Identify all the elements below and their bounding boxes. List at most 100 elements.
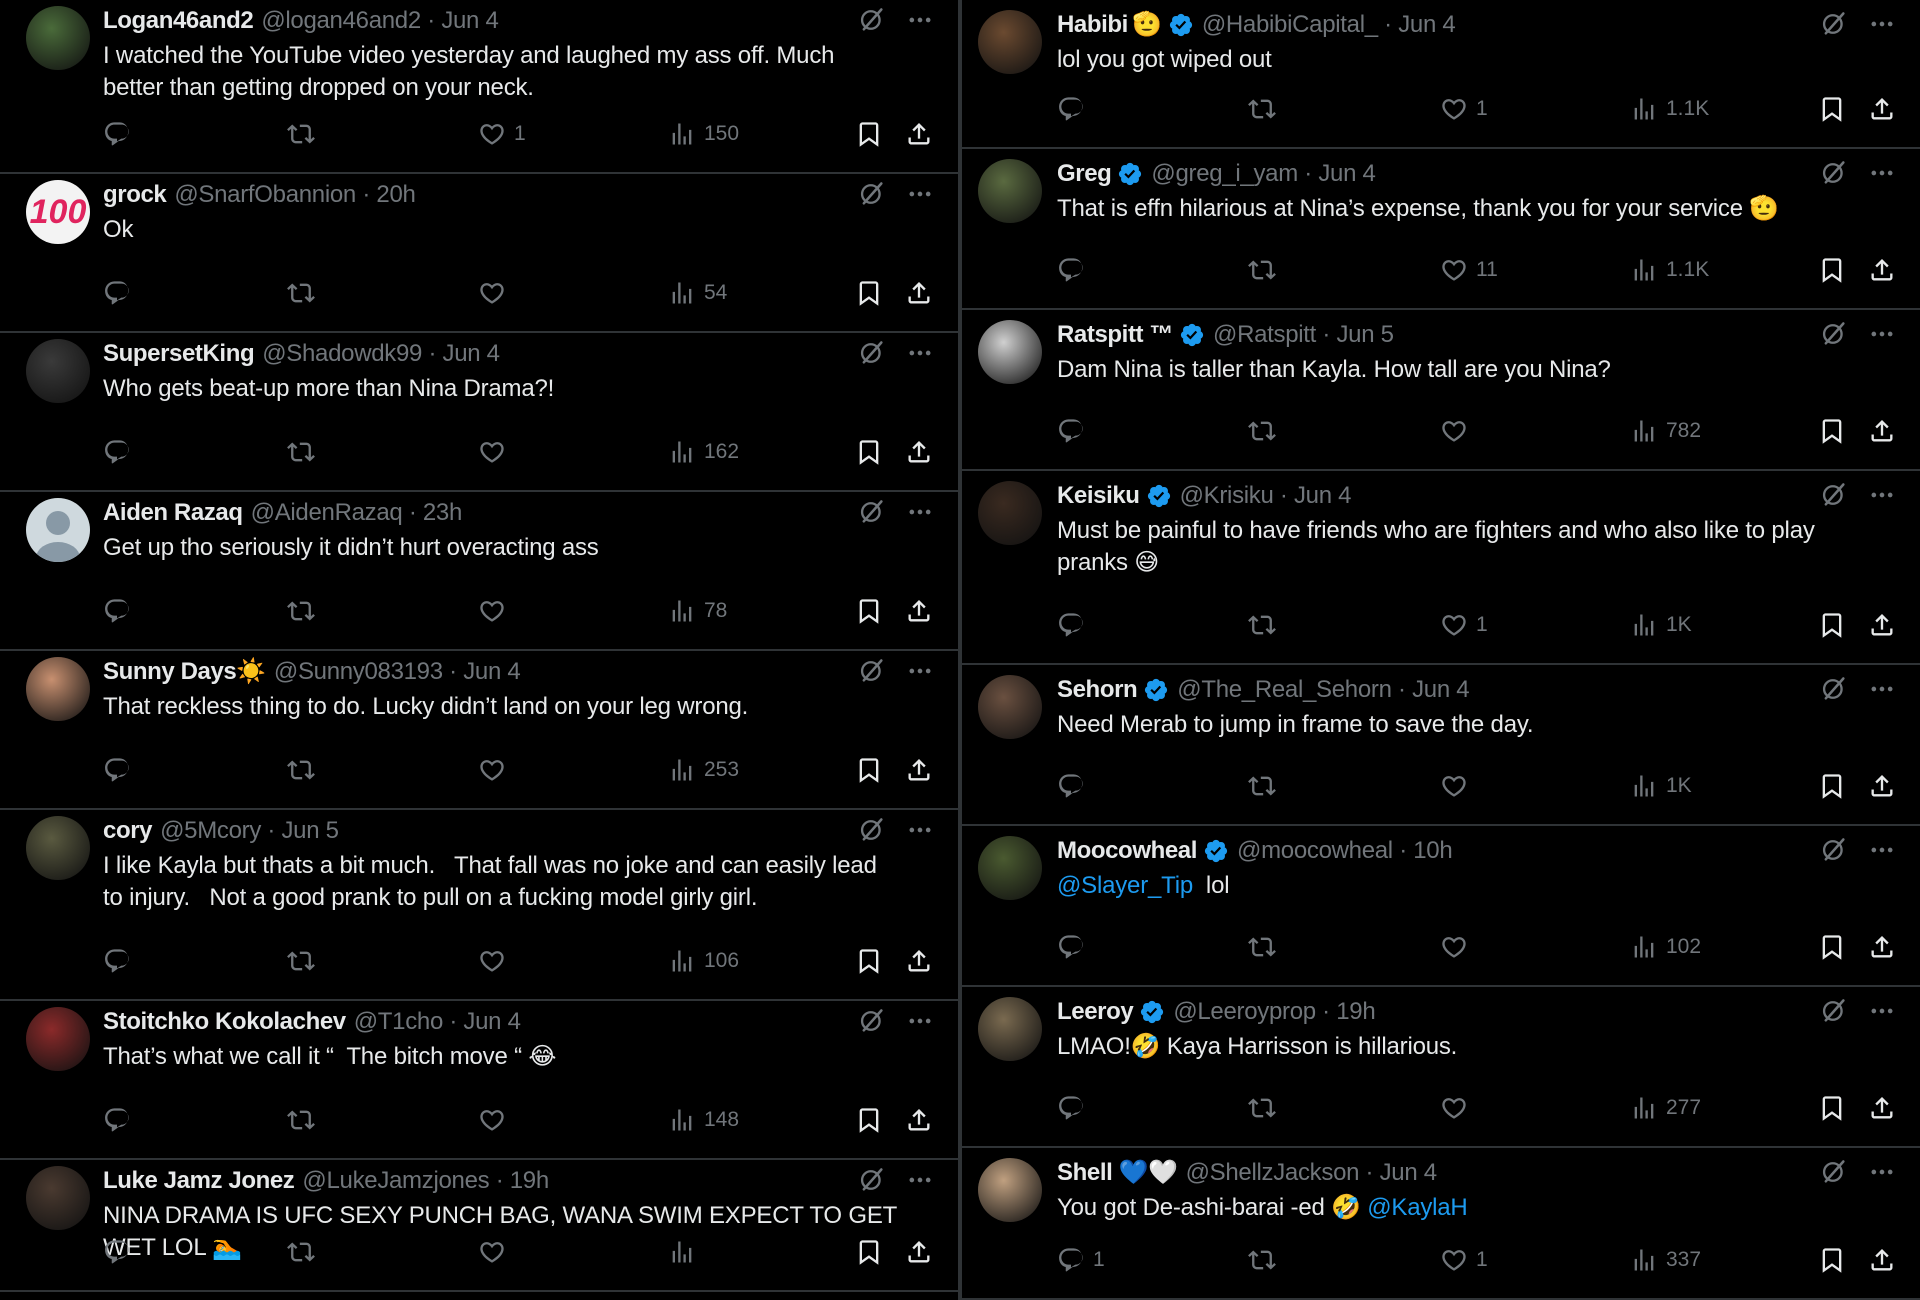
reply-tweet[interactable]: Ratspitt ™ @Ratspitt · Jun 5 Dam Nina is t…	[962, 310, 1920, 471]
grok-icon[interactable]	[1820, 997, 1848, 1025]
more-options-icon[interactable]	[906, 1007, 934, 1035]
views-button[interactable]: 148	[668, 1106, 739, 1134]
mention-link[interactable]: @KaylaH	[1367, 1194, 1468, 1221]
bookmark-button[interactable]	[855, 1106, 883, 1134]
avatar[interactable]	[978, 675, 1042, 739]
views-button[interactable]: 277	[1630, 1094, 1701, 1122]
grok-icon[interactable]	[858, 339, 886, 367]
retweet-button[interactable]	[1248, 256, 1284, 284]
like-button[interactable]	[1440, 772, 1476, 800]
author-handle-and-time[interactable]: @moocowheal · 10h	[1237, 836, 1453, 866]
reply-tweet[interactable]: Sehorn @The_Real_Sehorn · Jun 4 Need Merab…	[962, 665, 1920, 826]
bookmark-button[interactable]	[1818, 772, 1846, 800]
retweet-button[interactable]	[287, 1238, 323, 1266]
reply-tweet[interactable]: Shell 💙🤍 @ShellzJackson · Jun 4 You got De…	[962, 1148, 1920, 1300]
avatar[interactable]	[978, 997, 1042, 1061]
grok-icon[interactable]	[858, 498, 886, 526]
reply-button[interactable]	[103, 438, 139, 466]
author-name[interactable]: Keisiku	[1057, 481, 1140, 511]
share-button[interactable]	[1868, 611, 1896, 639]
bookmark-button[interactable]	[1818, 611, 1846, 639]
more-options-icon[interactable]	[1868, 675, 1896, 703]
reply-tweet[interactable]: Moocowheal @moocowheal · 10h @Slayer_Tip l…	[962, 826, 1920, 987]
author-name[interactable]: Habibi	[1057, 10, 1128, 40]
author-handle-and-time[interactable]: @Ratspitt · Jun 5	[1213, 320, 1394, 350]
reply-button[interactable]	[103, 279, 139, 307]
grok-icon[interactable]	[1820, 675, 1848, 703]
more-options-icon[interactable]	[1868, 997, 1896, 1025]
bookmark-button[interactable]	[855, 947, 883, 975]
bookmark-button[interactable]	[855, 597, 883, 625]
avatar[interactable]	[978, 159, 1042, 223]
retweet-button[interactable]	[1248, 772, 1284, 800]
avatar[interactable]	[26, 498, 90, 562]
avatar[interactable]	[26, 657, 90, 721]
reply-tweet[interactable]: Luke Jamz Jonez @LukeJamzjones · 19h NINA …	[0, 1160, 958, 1292]
retweet-button[interactable]	[1248, 95, 1284, 123]
share-button[interactable]	[1868, 1094, 1896, 1122]
bookmark-button[interactable]	[1818, 933, 1846, 961]
author-handle-and-time[interactable]: @Leeroyprop · 19h	[1173, 997, 1375, 1027]
reply-button[interactable]	[1057, 1094, 1093, 1122]
author-handle-and-time[interactable]: @Sunny083193 · Jun 4	[274, 657, 521, 687]
author-handle-and-time[interactable]: @HabibiCapital_ · Jun 4	[1202, 10, 1456, 40]
grok-icon[interactable]	[1820, 836, 1848, 864]
like-button[interactable]	[1440, 1094, 1476, 1122]
share-button[interactable]	[905, 947, 933, 975]
bookmark-button[interactable]	[1818, 1094, 1846, 1122]
like-button[interactable]	[478, 947, 514, 975]
avatar[interactable]	[978, 1158, 1042, 1222]
bookmark-button[interactable]	[1818, 1246, 1846, 1274]
avatar[interactable]	[26, 1166, 90, 1230]
author-name[interactable]: grock	[103, 180, 167, 210]
reply-button[interactable]	[1057, 95, 1093, 123]
grok-icon[interactable]	[858, 816, 886, 844]
share-button[interactable]	[905, 597, 933, 625]
like-button[interactable]: 11	[1440, 256, 1498, 284]
retweet-button[interactable]	[287, 756, 323, 784]
grok-icon[interactable]	[858, 1007, 886, 1035]
retweet-button[interactable]	[287, 597, 323, 625]
views-button[interactable]: 782	[1630, 417, 1701, 445]
author-name[interactable]: Ratspitt ™	[1057, 320, 1173, 350]
grok-icon[interactable]	[858, 657, 886, 685]
more-options-icon[interactable]	[906, 1166, 934, 1194]
share-button[interactable]	[1868, 256, 1896, 284]
more-options-icon[interactable]	[906, 180, 934, 208]
author-name[interactable]: Greg	[1057, 159, 1112, 189]
retweet-button[interactable]	[1248, 1246, 1284, 1274]
views-button[interactable]	[668, 1238, 704, 1266]
grok-icon[interactable]	[858, 180, 886, 208]
bookmark-button[interactable]	[1818, 95, 1846, 123]
avatar[interactable]	[26, 339, 90, 403]
reply-tweet[interactable]: Sunny Days☀️ @Sunny083193 · Jun 4 That rec…	[0, 651, 958, 810]
views-button[interactable]: 1.1K	[1630, 256, 1709, 284]
retweet-button[interactable]	[287, 438, 323, 466]
share-button[interactable]	[1868, 95, 1896, 123]
author-name[interactable]: Luke Jamz Jonez	[103, 1166, 295, 1196]
bookmark-button[interactable]	[855, 279, 883, 307]
like-button[interactable]	[478, 438, 514, 466]
reply-button[interactable]	[103, 120, 139, 148]
retweet-button[interactable]	[1248, 611, 1284, 639]
author-handle-and-time[interactable]: @Krisiku · Jun 4	[1180, 481, 1352, 511]
reply-tweet[interactable]: cory @5Mcory · Jun 5 I like Kayla but that…	[0, 810, 958, 1001]
avatar[interactable]	[978, 320, 1042, 384]
author-handle-and-time[interactable]: @greg_i_yam · Jun 4	[1151, 159, 1375, 189]
reply-tweet[interactable]: Keisiku @Krisiku · Jun 4 Must be painful t…	[962, 471, 1920, 665]
like-button[interactable]: 1	[1440, 611, 1488, 639]
views-button[interactable]: 78	[668, 597, 727, 625]
grok-icon[interactable]	[858, 1166, 886, 1194]
author-name[interactable]: Logan46and2	[103, 6, 254, 36]
like-button[interactable]	[478, 1106, 514, 1134]
more-options-icon[interactable]	[906, 339, 934, 367]
author-name[interactable]: cory	[103, 816, 153, 846]
author-handle-and-time[interactable]: @The_Real_Sehorn · Jun 4	[1177, 675, 1469, 705]
author-handle-and-time[interactable]: @SnarfObannion · 20h	[174, 180, 415, 210]
share-button[interactable]	[905, 279, 933, 307]
share-button[interactable]	[905, 1238, 933, 1266]
more-options-icon[interactable]	[1868, 159, 1896, 187]
views-button[interactable]: 106	[668, 947, 739, 975]
reply-tweet[interactable]: SupersetKing @Shadowdk99 · Jun 4 Who gets …	[0, 333, 958, 492]
views-button[interactable]: 253	[668, 756, 739, 784]
